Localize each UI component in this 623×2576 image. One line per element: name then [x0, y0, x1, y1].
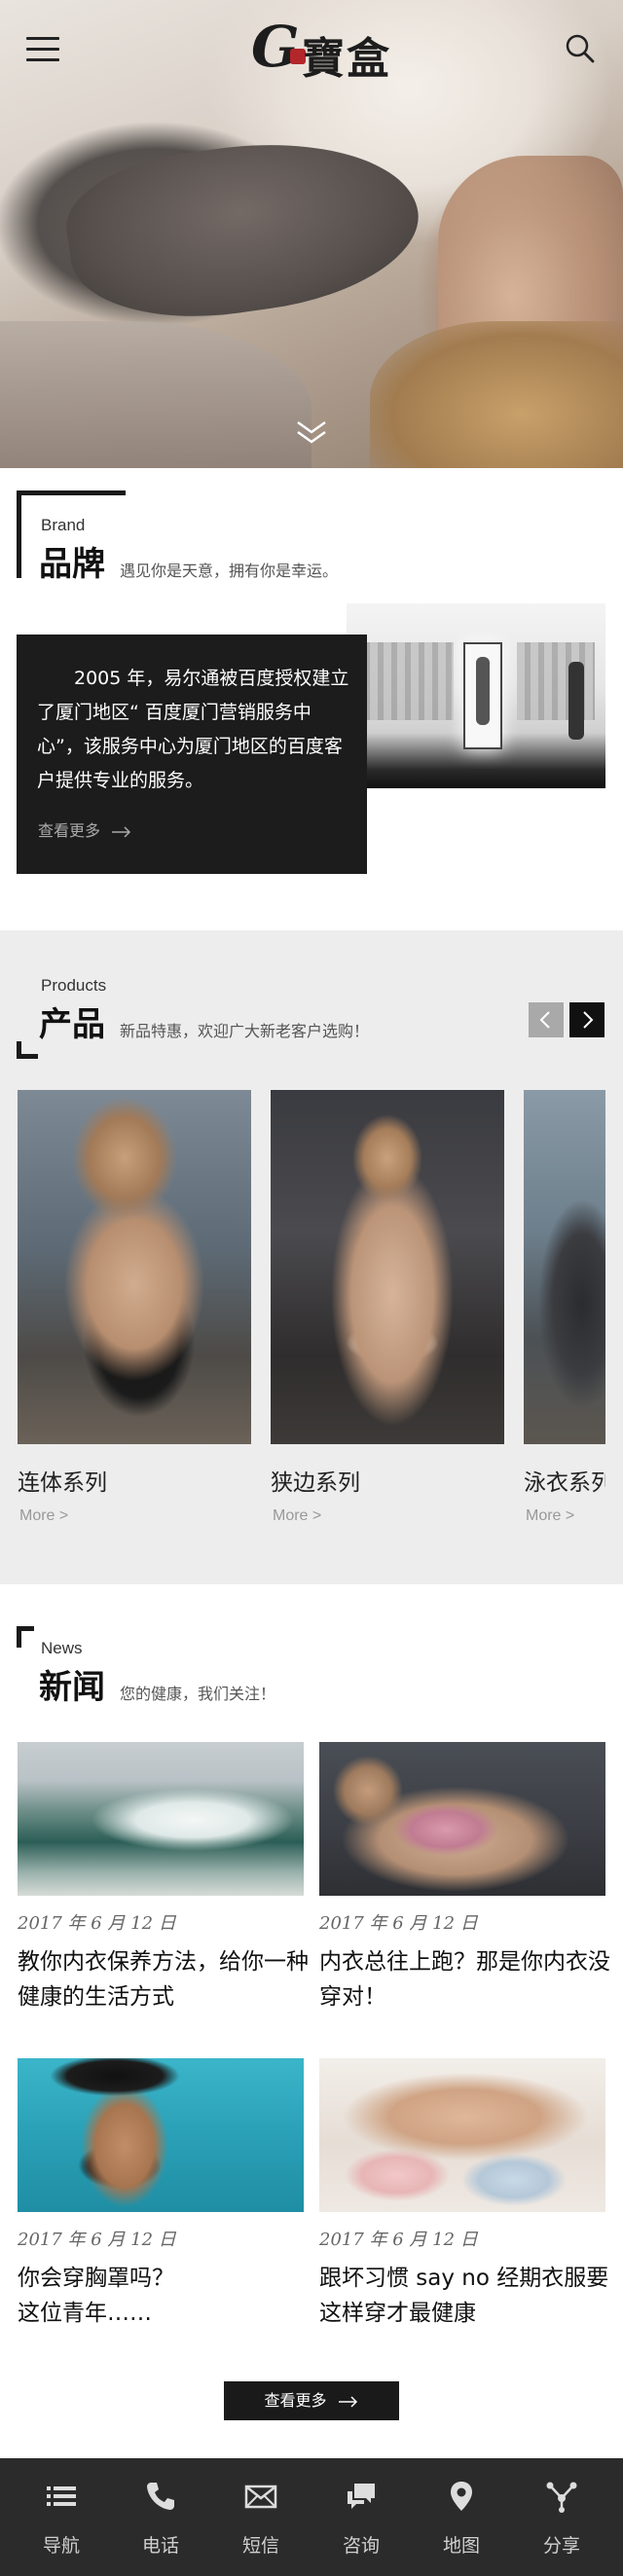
news-date: 2017 年 6 月 12 日 — [18, 2230, 176, 2250]
brand-description-box: 2005 年，易尔通被百度授权建立了厦门地区“ 百度厦门营销服务中心”，该服务中… — [17, 635, 367, 874]
product-image — [271, 1090, 504, 1444]
product-name: 泳衣系列 — [524, 1470, 605, 1496]
product-more-link[interactable]: More > — [273, 1507, 321, 1525]
news-subtitle: 您的健康，我们关注！ — [120, 1685, 276, 1703]
nav-label: 短信 — [241, 2535, 279, 2557]
logo-text: 寶盒 — [302, 34, 391, 84]
nav-label: 分享 — [542, 2535, 580, 2557]
brand-description: 2005 年，易尔通被百度授权建立了厦门地区“ 百度厦门营销服务中心”，该服务中… — [37, 668, 349, 791]
news-date: 2017 年 6 月 12 日 — [319, 1913, 478, 1934]
nav-item-map[interactable]: 地图 — [411, 2458, 512, 2576]
scroll-down-icon[interactable] — [294, 418, 329, 448]
news-more-button[interactable]: 查看更多 — [224, 2381, 399, 2420]
arrow-right-icon — [338, 2395, 357, 2408]
nav-item-share[interactable]: 分享 — [511, 2458, 612, 2576]
brand-more-link[interactable]: 查看更多 — [38, 817, 132, 841]
brand-title-en: Brand — [41, 516, 86, 534]
map-pin-icon — [445, 2480, 478, 2513]
nav-item-navigation[interactable]: 导航 — [11, 2458, 112, 2576]
nav-label: 咨询 — [342, 2535, 380, 2557]
product-image — [18, 1090, 251, 1444]
top-bar: G 寶盒 — [0, 0, 623, 97]
bottom-nav: 导航 电话 短信 咨询 地图 分享 — [0, 2458, 623, 2576]
news-more-label: 查看更多 — [264, 2391, 327, 2410]
product-more-link[interactable]: More > — [19, 1507, 68, 1525]
product-name: 连体系列 — [18, 1470, 107, 1496]
chevron-left-icon — [539, 1011, 550, 1029]
news-card[interactable]: 2017 年 6 月 12 日 内衣总往上跑？那是你内衣没穿对！ — [319, 1742, 610, 2034]
news-title-en: News — [41, 1639, 83, 1657]
news-corner-decoration — [17, 1626, 34, 1648]
products-corner-decoration — [17, 1041, 38, 1059]
hero-banner: G 寶盒 — [0, 0, 623, 468]
nav-item-phone[interactable]: 电话 — [110, 2458, 211, 2576]
products-title-en: Products — [41, 976, 107, 995]
arrow-right-icon — [112, 825, 131, 838]
news-image — [18, 2058, 304, 2212]
brand-store-image — [347, 603, 605, 788]
news-image — [18, 1742, 304, 1896]
news-title[interactable]: 教你内衣保养方法，给你一种健康的生活方式 — [18, 1944, 310, 2014]
site-logo[interactable]: G 寶盒 — [251, 14, 397, 84]
phone-icon — [144, 2480, 177, 2513]
products-carousel: 连体系列 More > 狭边系列 More > 泳衣系列 More > — [0, 1080, 605, 1538]
brand-more-label: 查看更多 — [38, 821, 101, 840]
product-name: 狭边系列 — [271, 1470, 360, 1496]
product-image — [524, 1090, 605, 1444]
nav-label: 导航 — [42, 2535, 80, 2557]
news-title[interactable]: 你会穿胸罩吗？ 这位青年…… — [18, 2261, 310, 2331]
news-title[interactable]: 跟坏习惯 say no 经期衣服要这样穿才最健康 — [319, 2261, 611, 2331]
news-date: 2017 年 6 月 12 日 — [319, 2230, 478, 2250]
hero-pillow — [0, 321, 312, 468]
news-title-cn: 新闻 — [39, 1668, 105, 1707]
news-title[interactable]: 内衣总往上跑？那是你内衣没穿对！ — [319, 1944, 611, 2014]
news-image — [319, 1742, 605, 1896]
news-card[interactable]: 2017 年 6 月 12 日 你会穿胸罩吗？ 这位青年…… — [18, 2058, 304, 2350]
list-icon — [45, 2480, 78, 2513]
nav-label: 地图 — [442, 2535, 480, 2557]
chat-icon — [345, 2480, 378, 2513]
search-icon[interactable] — [565, 33, 596, 64]
brand-subtitle: 遇见你是天意，拥有你是幸运。 — [120, 562, 339, 580]
brand-title-cn: 品牌 — [39, 545, 105, 584]
mail-icon — [244, 2480, 277, 2513]
product-more-link[interactable]: More > — [526, 1507, 574, 1525]
news-card[interactable]: 2017 年 6 月 12 日 跟坏习惯 say no 经期衣服要这样穿才最健康 — [319, 2058, 608, 2350]
nav-item-sms[interactable]: 短信 — [210, 2458, 312, 2576]
logo-letter: G — [251, 14, 300, 80]
menu-icon[interactable] — [26, 37, 59, 62]
nav-label: 电话 — [141, 2535, 179, 2557]
products-prev-button[interactable] — [529, 1002, 564, 1037]
news-card[interactable]: 2017 年 6 月 12 日 教你内衣保养方法，给你一种健康的生活方式 — [18, 1742, 309, 2034]
nav-item-consult[interactable]: 咨询 — [311, 2458, 412, 2576]
hero-model-body — [57, 122, 429, 336]
news-date: 2017 年 6 月 12 日 — [18, 1913, 176, 1934]
share-icon — [545, 2480, 578, 2513]
hero-model-hair — [370, 321, 623, 468]
products-title-cn: 产品 — [39, 1005, 105, 1044]
chevron-right-icon — [583, 1011, 594, 1029]
products-subtitle: 新品特惠，欢迎广大新老客户选购！ — [120, 1022, 370, 1040]
products-next-button[interactable] — [569, 1002, 605, 1037]
news-image — [319, 2058, 605, 2212]
